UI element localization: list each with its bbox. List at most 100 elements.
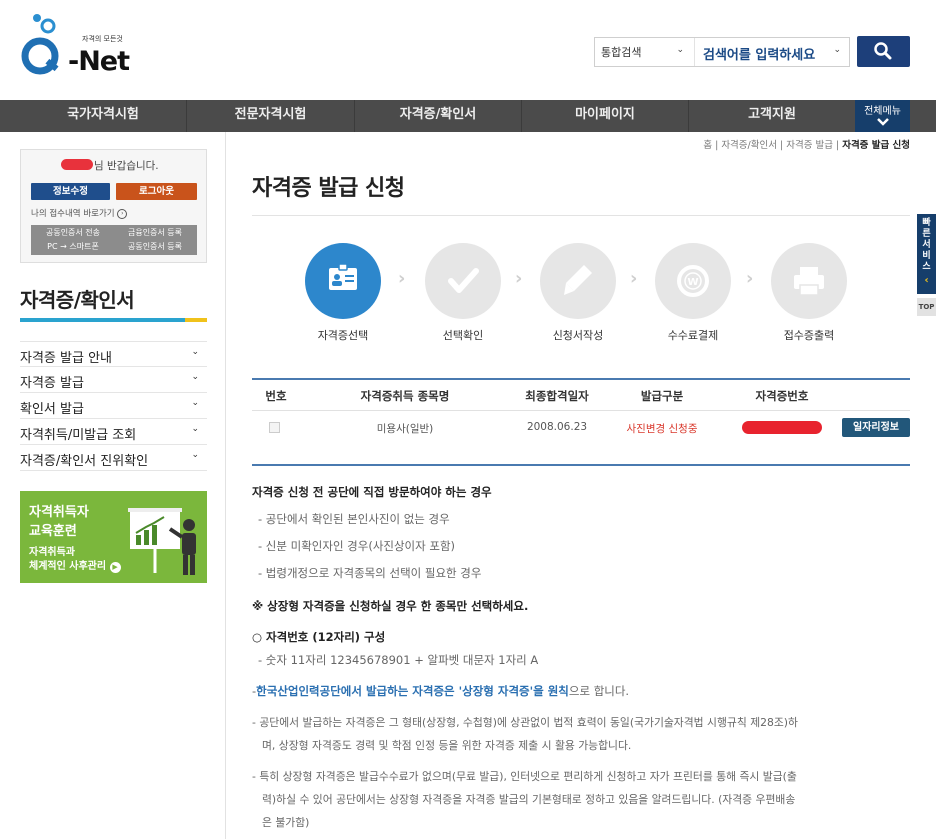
gnb-item-support[interactable]: 고객지원 bbox=[689, 100, 855, 132]
chevron-down-icon: ⌄ bbox=[191, 398, 199, 408]
breadcrumb-current: 자격증 발급 신청 bbox=[842, 140, 910, 151]
svg-text:W: W bbox=[687, 277, 698, 288]
qnet-logo[interactable]: 자격의 모든것 -Net bbox=[20, 12, 130, 78]
cert-transfer-label-1: 공동인증서 전송 bbox=[45, 228, 101, 237]
cell-pass-date: 2008.06.23 bbox=[526, 421, 588, 433]
step-label: 자격증선택 bbox=[317, 329, 369, 342]
quick-service-button[interactable]: 빠른서비스 ‹ bbox=[917, 214, 936, 294]
section-title-underline bbox=[20, 318, 207, 322]
chevron-right-icon: › bbox=[398, 268, 406, 289]
my-history-link[interactable]: 나의 접수내역 바로가기 › bbox=[31, 207, 128, 219]
certificate-table: 번호 자격증취득 종목명 최종합격일자 발급구분 자격증번호 미용사(일반) 2… bbox=[252, 378, 910, 466]
principle-note: -한국산업인력공단에서 발급하는 자격증은 '상장형 자격증'을 원칙으로 합니… bbox=[252, 682, 629, 700]
visit-title: 자격증 신청 전 공단에 직접 방문하여야 하는 경우 bbox=[252, 485, 492, 499]
logo-tagline: 자격의 모든것 bbox=[82, 35, 123, 43]
step-print-receipt bbox=[771, 243, 847, 319]
main-nav: 국가자격시험 전문자격시험 자격증/확인서 마이페이지 고객지원 bbox=[0, 100, 936, 132]
step-select-certificate bbox=[305, 243, 381, 319]
banner-line4: 체계적인 사후관리 ▶ bbox=[29, 557, 121, 573]
number-format-desc: - 숫자 11자리 12345678901 + 알파벳 대문자 1자리 A bbox=[258, 653, 539, 667]
edit-info-button[interactable]: 정보수정 bbox=[31, 183, 110, 200]
step-label: 접수증출력 bbox=[783, 329, 835, 342]
cert-transfer-label-2: PC → 스마트폰 bbox=[47, 242, 99, 251]
chevron-down-icon: ⌄ bbox=[191, 450, 199, 460]
search-icon bbox=[874, 42, 892, 60]
training-banner[interactable]: 자격취득자 교육훈련 자격취득과 체계적인 사후관리 ▶ bbox=[20, 491, 207, 583]
left-nav-item-verify[interactable]: 자격증/확인서 진위확인 ⌄ bbox=[20, 445, 207, 471]
gnb-item-professional-exam[interactable]: 전문자격시험 bbox=[187, 100, 355, 132]
step-write-form bbox=[540, 243, 616, 319]
redacted-certificate-number bbox=[742, 421, 822, 434]
chevron-down-icon: ⌄ bbox=[676, 45, 684, 55]
chevron-right-icon: › bbox=[746, 268, 754, 289]
table-row-divider bbox=[252, 410, 910, 411]
left-nav-item-issue[interactable]: 자격증 발급 ⌄ bbox=[20, 367, 207, 393]
chevron-down-icon bbox=[876, 118, 889, 126]
all-menu-label: 전체메뉴 bbox=[864, 106, 901, 117]
cert-register-button[interactable]: 금융인증서 등록 공동인증서 등록 bbox=[113, 225, 197, 255]
free-issue-line1: - 특히 상장형 자격증은 발급수수료가 없으며(무료 발급), 인터넷으로 편… bbox=[252, 770, 797, 783]
scroll-top-button[interactable]: TOP bbox=[917, 298, 936, 316]
section-title: 자격증/확인서 bbox=[20, 288, 135, 312]
title-divider bbox=[252, 215, 910, 216]
cert-register-label-1: 금융인증서 등록 bbox=[127, 228, 183, 237]
pencil-icon bbox=[564, 265, 592, 295]
arrow-circle-icon: › bbox=[117, 208, 128, 219]
page-title: 자격증 발급 신청 bbox=[252, 176, 405, 201]
step-payment: W bbox=[655, 243, 731, 319]
left-nav-item-issue-guide[interactable]: 자격증 발급 안내 ⌄ bbox=[20, 341, 207, 367]
banner-line1: 자격취득자 bbox=[29, 505, 89, 520]
search-placeholder: 검색어를 입력하세요 bbox=[703, 48, 816, 63]
principle-highlight: 한국산업인력공단에서 발급하는 자격증은 '상장형 자격증'을 원칙 bbox=[256, 684, 569, 698]
breadcrumb-home[interactable]: 홈 bbox=[703, 140, 712, 151]
free-issue-line3: 은 불가함) bbox=[262, 816, 310, 829]
check-icon bbox=[448, 268, 479, 293]
single-item-warning: ※ 상장형 자격증을 신청하실 경우 한 종목만 선택하세요. bbox=[252, 599, 529, 613]
table-header: 번호 bbox=[265, 389, 287, 403]
table-header: 자격증번호 bbox=[755, 389, 809, 403]
legal-effect-line2: 며, 상장형 자격증도 경력 및 학점 인정 등을 위한 자격증 제출 시 활용… bbox=[262, 739, 632, 752]
chevron-left-icon: ‹ bbox=[924, 275, 929, 286]
logo-wordmark: -Net bbox=[68, 46, 130, 77]
step-label: 신청서작성 bbox=[552, 329, 604, 342]
principle-suffix: 으로 합니다. bbox=[568, 684, 630, 698]
chevron-down-icon: ⌄ bbox=[191, 347, 199, 357]
gnb-item-national-exam[interactable]: 국가자격시험 bbox=[20, 100, 187, 132]
banner-line2: 교육훈련 bbox=[29, 524, 77, 539]
visit-item: - 신분 미확인자인 경우(사진상이자 포함) bbox=[258, 539, 456, 553]
presentation-board-icon bbox=[128, 508, 196, 575]
left-nav-label: 자격증 발급 bbox=[20, 376, 84, 391]
step-confirm bbox=[425, 243, 501, 319]
search-button[interactable] bbox=[857, 36, 910, 67]
cell-certificate-name: 미용사(일반) bbox=[376, 423, 434, 435]
gnb-item-mypage[interactable]: 마이페이지 bbox=[522, 100, 689, 132]
greeting-text: 님 반갑습니다. bbox=[94, 160, 159, 172]
my-history-label: 나의 접수내역 바로가기 bbox=[31, 209, 115, 219]
quick-service-label: 빠른서비스 bbox=[922, 218, 931, 272]
breadcrumb-level2[interactable]: 자격증 발급 bbox=[786, 140, 833, 151]
logout-button[interactable]: 로그아웃 bbox=[116, 183, 197, 200]
chevron-right-icon: › bbox=[630, 268, 638, 289]
search-scope-value: 통합검색 bbox=[601, 46, 642, 59]
chevron-right-icon: › bbox=[515, 268, 523, 289]
number-format-title: ○ 자격번호 (12자리) 구성 bbox=[252, 630, 386, 644]
step-label: 선택확인 bbox=[442, 329, 484, 342]
cert-transfer-button[interactable]: 공동인증서 전송 PC → 스마트폰 bbox=[31, 225, 115, 255]
all-menu-button[interactable]: 전체메뉴 bbox=[855, 100, 910, 132]
left-nav-label: 자격증/확인서 진위확인 bbox=[20, 454, 149, 469]
job-info-button[interactable]: 일자리정보 bbox=[842, 418, 910, 437]
row-checkbox[interactable] bbox=[269, 422, 280, 433]
content-divider bbox=[225, 132, 226, 839]
breadcrumb-level1[interactable]: 자격증/확인서 bbox=[721, 140, 777, 151]
left-nav-item-confirmation[interactable]: 확인서 발급 ⌄ bbox=[20, 393, 207, 419]
search-scope-select[interactable]: 통합검색 ⌄ bbox=[595, 38, 695, 66]
legal-effect-line1: - 공단에서 발급하는 자격증은 그 형태(상장형, 수첩형)에 상관없이 법적… bbox=[252, 716, 798, 729]
gnb-item-certificate[interactable]: 자격증/확인서 bbox=[355, 100, 522, 132]
visit-item: - 공단에서 확인된 본인사진이 없는 경우 bbox=[258, 512, 450, 526]
breadcrumb: 홈 | 자격증/확인서 | 자격증 발급 | 자격증 발급 신청 bbox=[703, 140, 910, 151]
left-nav-item-lookup[interactable]: 자격취득/미발급 조회 ⌄ bbox=[20, 419, 207, 445]
play-circle-icon: ▶ bbox=[109, 562, 121, 573]
redacted-username bbox=[61, 159, 93, 170]
search-input[interactable]: 검색어를 입력하세요 ⌄ bbox=[697, 38, 847, 66]
table-header: 자격증취득 종목명 bbox=[360, 389, 450, 403]
